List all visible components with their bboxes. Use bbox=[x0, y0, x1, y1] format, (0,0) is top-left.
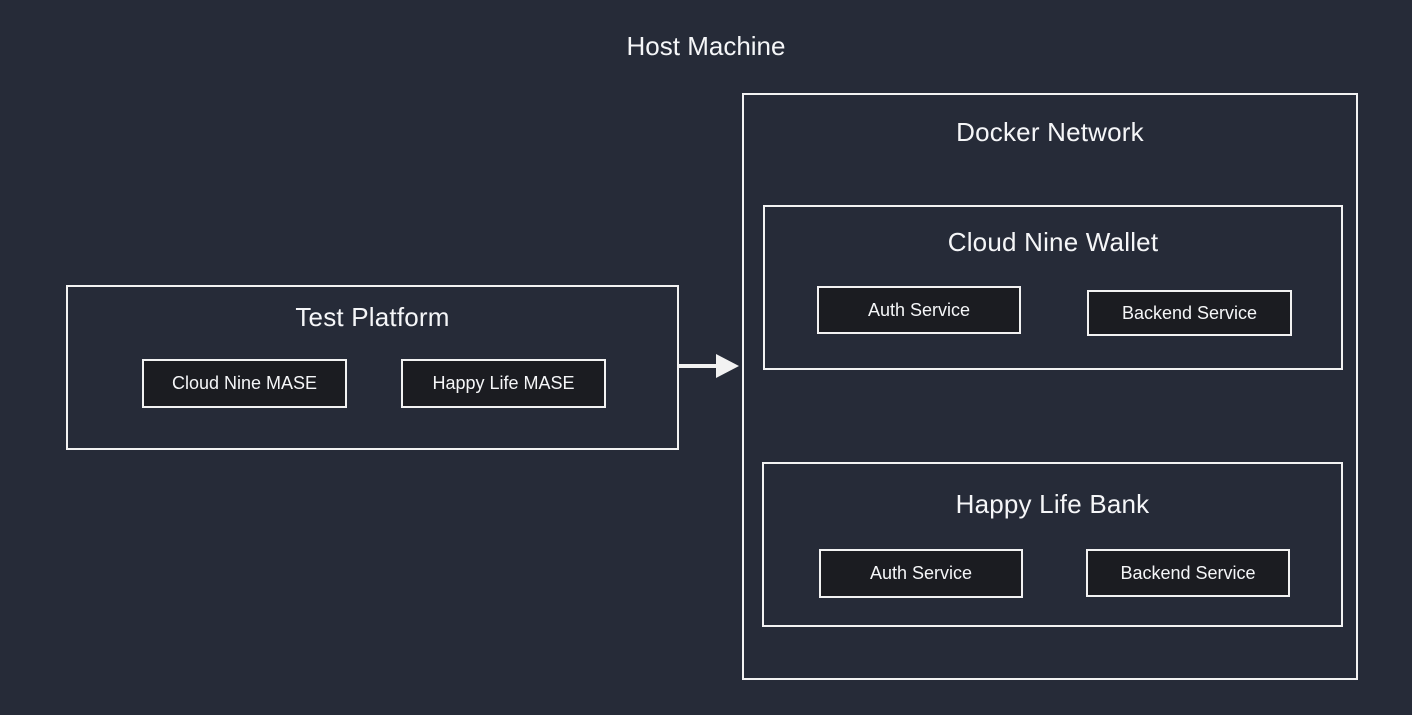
node-cloud-nine-mase: Cloud Nine MASE bbox=[142, 359, 347, 408]
node-cloud-nine-wallet-backend-service: Backend Service bbox=[1087, 290, 1292, 336]
cloud-nine-wallet-title: Cloud Nine Wallet bbox=[765, 227, 1341, 258]
node-cloud-nine-wallet-auth-service: Auth Service bbox=[817, 286, 1021, 334]
test-platform-title: Test Platform bbox=[68, 302, 677, 333]
node-happy-life-mase: Happy Life MASE bbox=[401, 359, 606, 408]
diagram-canvas: Host Machine Test Platform Cloud Nine MA… bbox=[0, 0, 1412, 715]
node-happy-life-bank-auth-service: Auth Service bbox=[819, 549, 1023, 598]
arrow-test-platform-to-docker-network-icon bbox=[679, 351, 741, 381]
cloud-nine-wallet-box: Cloud Nine Wallet Auth Service Backend S… bbox=[763, 205, 1343, 370]
arrow-head bbox=[716, 354, 739, 378]
host-machine-title: Host Machine bbox=[0, 31, 1412, 62]
test-platform-box: Test Platform Cloud Nine MASE Happy Life… bbox=[66, 285, 679, 450]
happy-life-bank-title: Happy Life Bank bbox=[764, 489, 1341, 520]
docker-network-box: Docker Network Cloud Nine Wallet Auth Se… bbox=[742, 93, 1358, 680]
docker-network-title: Docker Network bbox=[744, 117, 1356, 148]
happy-life-bank-box: Happy Life Bank Auth Service Backend Ser… bbox=[762, 462, 1343, 627]
node-happy-life-bank-backend-service: Backend Service bbox=[1086, 549, 1290, 597]
